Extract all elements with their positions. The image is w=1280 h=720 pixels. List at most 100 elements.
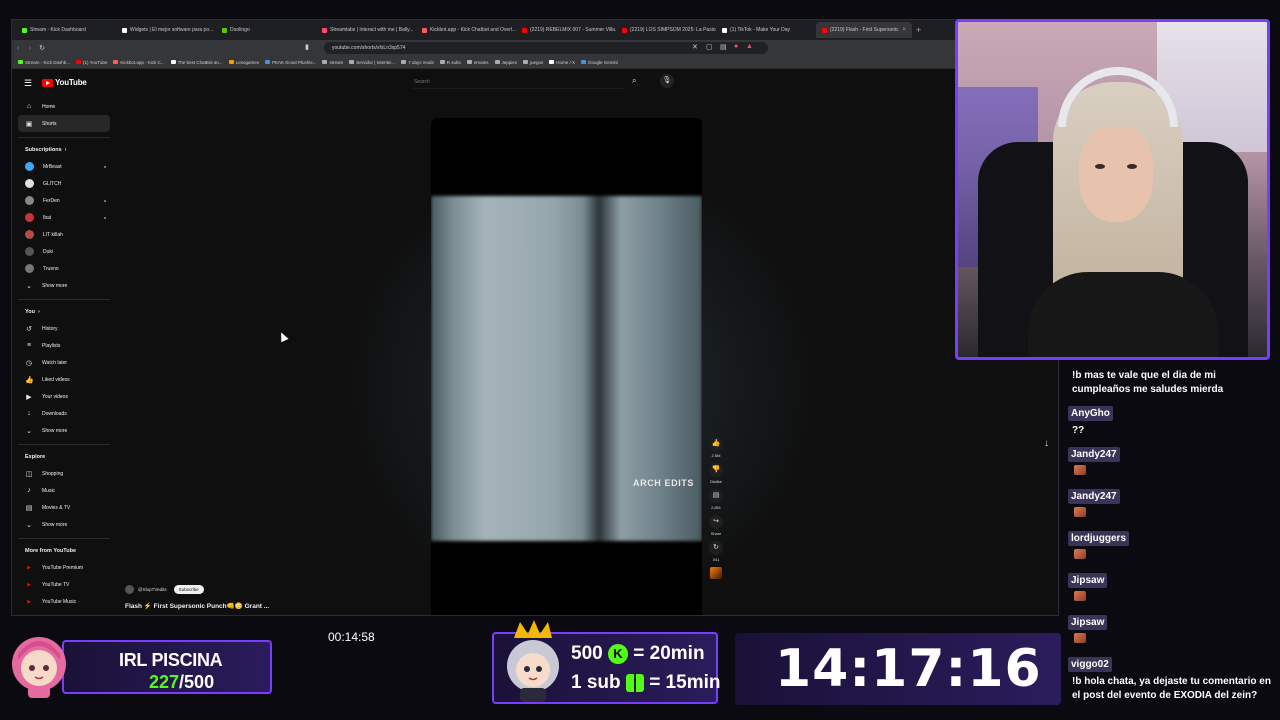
sidebar-item-movies-tv[interactable]: ▤ Movies & TV [18, 499, 110, 516]
more-from-youtube-heading[interactable]: More from YouTube [18, 542, 110, 559]
browser-tab[interactable]: (2219) LOS SIMPSOM 2025: La Pasio... [616, 22, 716, 38]
chat-username[interactable]: AnyGho [1068, 406, 1113, 421]
sidebar-item-shopping[interactable]: ◫ Shopping [18, 465, 110, 482]
chat-emote-row [1068, 588, 1274, 606]
extensions-puzzle-icon[interactable]: ▤ [720, 43, 727, 51]
bookmark-star-icon[interactable]: ▮ [305, 43, 309, 51]
chat-message: Jandy247 [1068, 444, 1274, 480]
profile-icon[interactable]: ▲ [746, 43, 753, 50]
bookmark-item[interactable]: Servidor | Intentei... [349, 60, 395, 65]
comments-button[interactable]: ▤ 2,851 [706, 489, 726, 512]
bookmark-item[interactable]: Google Gemini [581, 60, 618, 65]
close-tab-icon[interactable]: × [902, 27, 906, 33]
sidebar-item-youtube-tv[interactable]: ▶ YouTube TV [18, 576, 110, 593]
sidebar-item-home[interactable]: ⌂ Home [18, 98, 110, 115]
recording-icon[interactable]: ● [734, 43, 738, 50]
sidebar-item-lit-killah[interactable]: LIT killah [18, 226, 110, 243]
sidebar-item-music[interactable]: ♪ Music [18, 482, 110, 499]
bookmark-item[interactable]: PEAK Scout Plushie... [264, 59, 317, 65]
channel-avatar[interactable] [125, 585, 134, 594]
short-video-player[interactable] [431, 118, 702, 615]
chat-username[interactable]: Jandy247 [1068, 489, 1120, 504]
sidebar-item-youtube-premium[interactable]: ▶ YouTube Premium [18, 559, 110, 576]
menu-icon[interactable]: ☰ [24, 78, 32, 89]
back-icon[interactable]: ‹ [12, 45, 24, 52]
you-heading[interactable]: You › [18, 303, 110, 320]
bookmark-item[interactable]: Jeppies [494, 60, 517, 65]
bookmark-item[interactable]: (1) YouTube [76, 60, 107, 65]
sidebar-item-label: YouTube TV [42, 581, 70, 588]
chat-username[interactable]: Jipsaw [1068, 615, 1108, 630]
sound-disc-icon[interactable] [710, 567, 722, 579]
bookmark-item[interactable]: Kickbot.app - Kick C... [113, 60, 165, 65]
browser-tab[interactable]: Duolingo [216, 22, 316, 38]
sidebar-item-youtube-music[interactable]: ▶ YouTube Music [18, 593, 110, 610]
bookmark-item[interactable]: Lesogames [228, 60, 259, 65]
youtube-logo-text: YouTube [55, 78, 87, 87]
chat-username[interactable]: viggo02 [1068, 657, 1112, 672]
sidebar-item-trueno[interactable]: Trueno [18, 260, 110, 277]
channel-handle[interactable]: @SlopTVedits [138, 587, 167, 592]
chat-username[interactable]: Jipsaw [1068, 573, 1108, 588]
search-icon[interactable]: ⌕ [632, 76, 636, 86]
url-field[interactable]: youtube.com/shorts/xfxLn3xp574 [324, 42, 768, 54]
sidebar-item-ibai[interactable]: Ibai [18, 209, 110, 226]
more-from-youtube-heading-label: More from YouTube [25, 547, 77, 554]
sidebar-item-mrbeast[interactable]: MrBeast [18, 158, 110, 175]
browser-tab[interactable]: (1) TikTok - Make Your Day [716, 22, 816, 38]
microphone-icon[interactable]: 🎙 [660, 74, 674, 88]
sidebar-item-your-videos[interactable]: ▶ Your videos [18, 388, 110, 405]
remix-button[interactable]: ↻ 341 [706, 541, 726, 564]
reload-icon[interactable]: ↻ [36, 44, 48, 52]
explore-heading[interactable]: Explore [18, 448, 110, 465]
sidebar-item-duki[interactable]: Duki [18, 243, 110, 260]
sidebar-item-shorts[interactable]: ▣ Shorts [18, 115, 110, 132]
bookmark-item[interactable]: 7 days mods [401, 60, 434, 65]
bookmark-favicon-icon [322, 60, 328, 64]
next-short-arrow-icon[interactable]: ↓ [1044, 438, 1049, 449]
dislike-button[interactable]: 👎 Dislike [706, 463, 726, 486]
new-tab-icon[interactable]: + [912, 25, 921, 35]
browser-tab[interactable]: Stream - Kick Dashboard [16, 22, 116, 38]
show-more-button[interactable]: ⌄ Show more [18, 277, 110, 294]
browser-tab[interactable]: Streamlabs | Interact with me | Bally... [316, 22, 416, 38]
show-more-button[interactable]: ⌄ Show more [18, 516, 110, 533]
sidebar-item-downloads[interactable]: ↓ Downloads [18, 405, 110, 422]
search-input[interactable]: Search [412, 76, 624, 89]
chat-panel: !b mas te vale que el dia de mi cumpleañ… [1068, 366, 1274, 720]
youtube-logo[interactable]: YouTube [42, 78, 87, 87]
forward-icon[interactable]: › [24, 45, 36, 52]
chat-text: !b hola chata, ya dejaste tu comentario … [1072, 676, 1271, 701]
chat-username[interactable]: lordjuggers [1068, 531, 1130, 546]
share-button[interactable]: ↪ Share [706, 515, 726, 538]
sidebar-item-ferden[interactable]: FerDen [18, 192, 110, 209]
browser-tab[interactable]: Kickbot.app - Kick Chatbot and Overl... [416, 22, 516, 38]
screenshot-icon[interactable]: ▢ [706, 43, 713, 51]
bookmark-item[interactable]: emotes [466, 60, 489, 65]
bookmark-item[interactable]: The best ChatBot an... [170, 60, 223, 65]
sidebar-divider [18, 137, 110, 138]
browser-tab[interactable]: Widgets | El mejor software para po... [116, 22, 216, 38]
bookmark-item[interactable]: R subs [439, 60, 461, 65]
bookmark-item[interactable]: Home / X [549, 60, 575, 65]
sidebar-item-liked-videos[interactable]: 👍 Liked videos [18, 371, 110, 388]
short-title[interactable]: Flash ⚡ First Supersonic Punch👊😳 Grant .… [125, 602, 269, 610]
bookmark-item[interactable]: stream [322, 60, 343, 65]
show-more-button[interactable]: ⌄ Show more [18, 422, 110, 439]
extension-icon[interactable]: ✕ [692, 43, 698, 51]
browser-tab[interactable]: (2219) REBELMIX 007 - Summer Villa... [516, 22, 616, 38]
subscriptions-heading[interactable]: Subscriptions › [18, 141, 110, 158]
bookmark-label: PEAK Scout Plushie... [271, 59, 317, 65]
sidebar-item-glitch[interactable]: GLITCH [18, 175, 110, 192]
like-button[interactable]: 👍 2.5M [706, 437, 726, 460]
browser-tab[interactable]: (2219) Flash - First Supersonic × [816, 22, 912, 38]
subscribe-button[interactable]: Subscribe [173, 585, 204, 594]
tab-favicon-icon [322, 27, 327, 33]
chat-username[interactable]: Jandy247 [1068, 447, 1120, 462]
bookmark-item[interactable]: Stream - Kick Dashb... [18, 60, 70, 65]
bookmark-item[interactable]: juegos [523, 60, 543, 65]
sidebar-item-watch-later[interactable]: ◷ Watch later [18, 354, 110, 371]
sidebar-item-playlists[interactable]: ≡ Playlists [18, 337, 110, 354]
sidebar-item-history[interactable]: ↺ History [18, 320, 110, 337]
comment-icon: ▤ [709, 489, 723, 503]
